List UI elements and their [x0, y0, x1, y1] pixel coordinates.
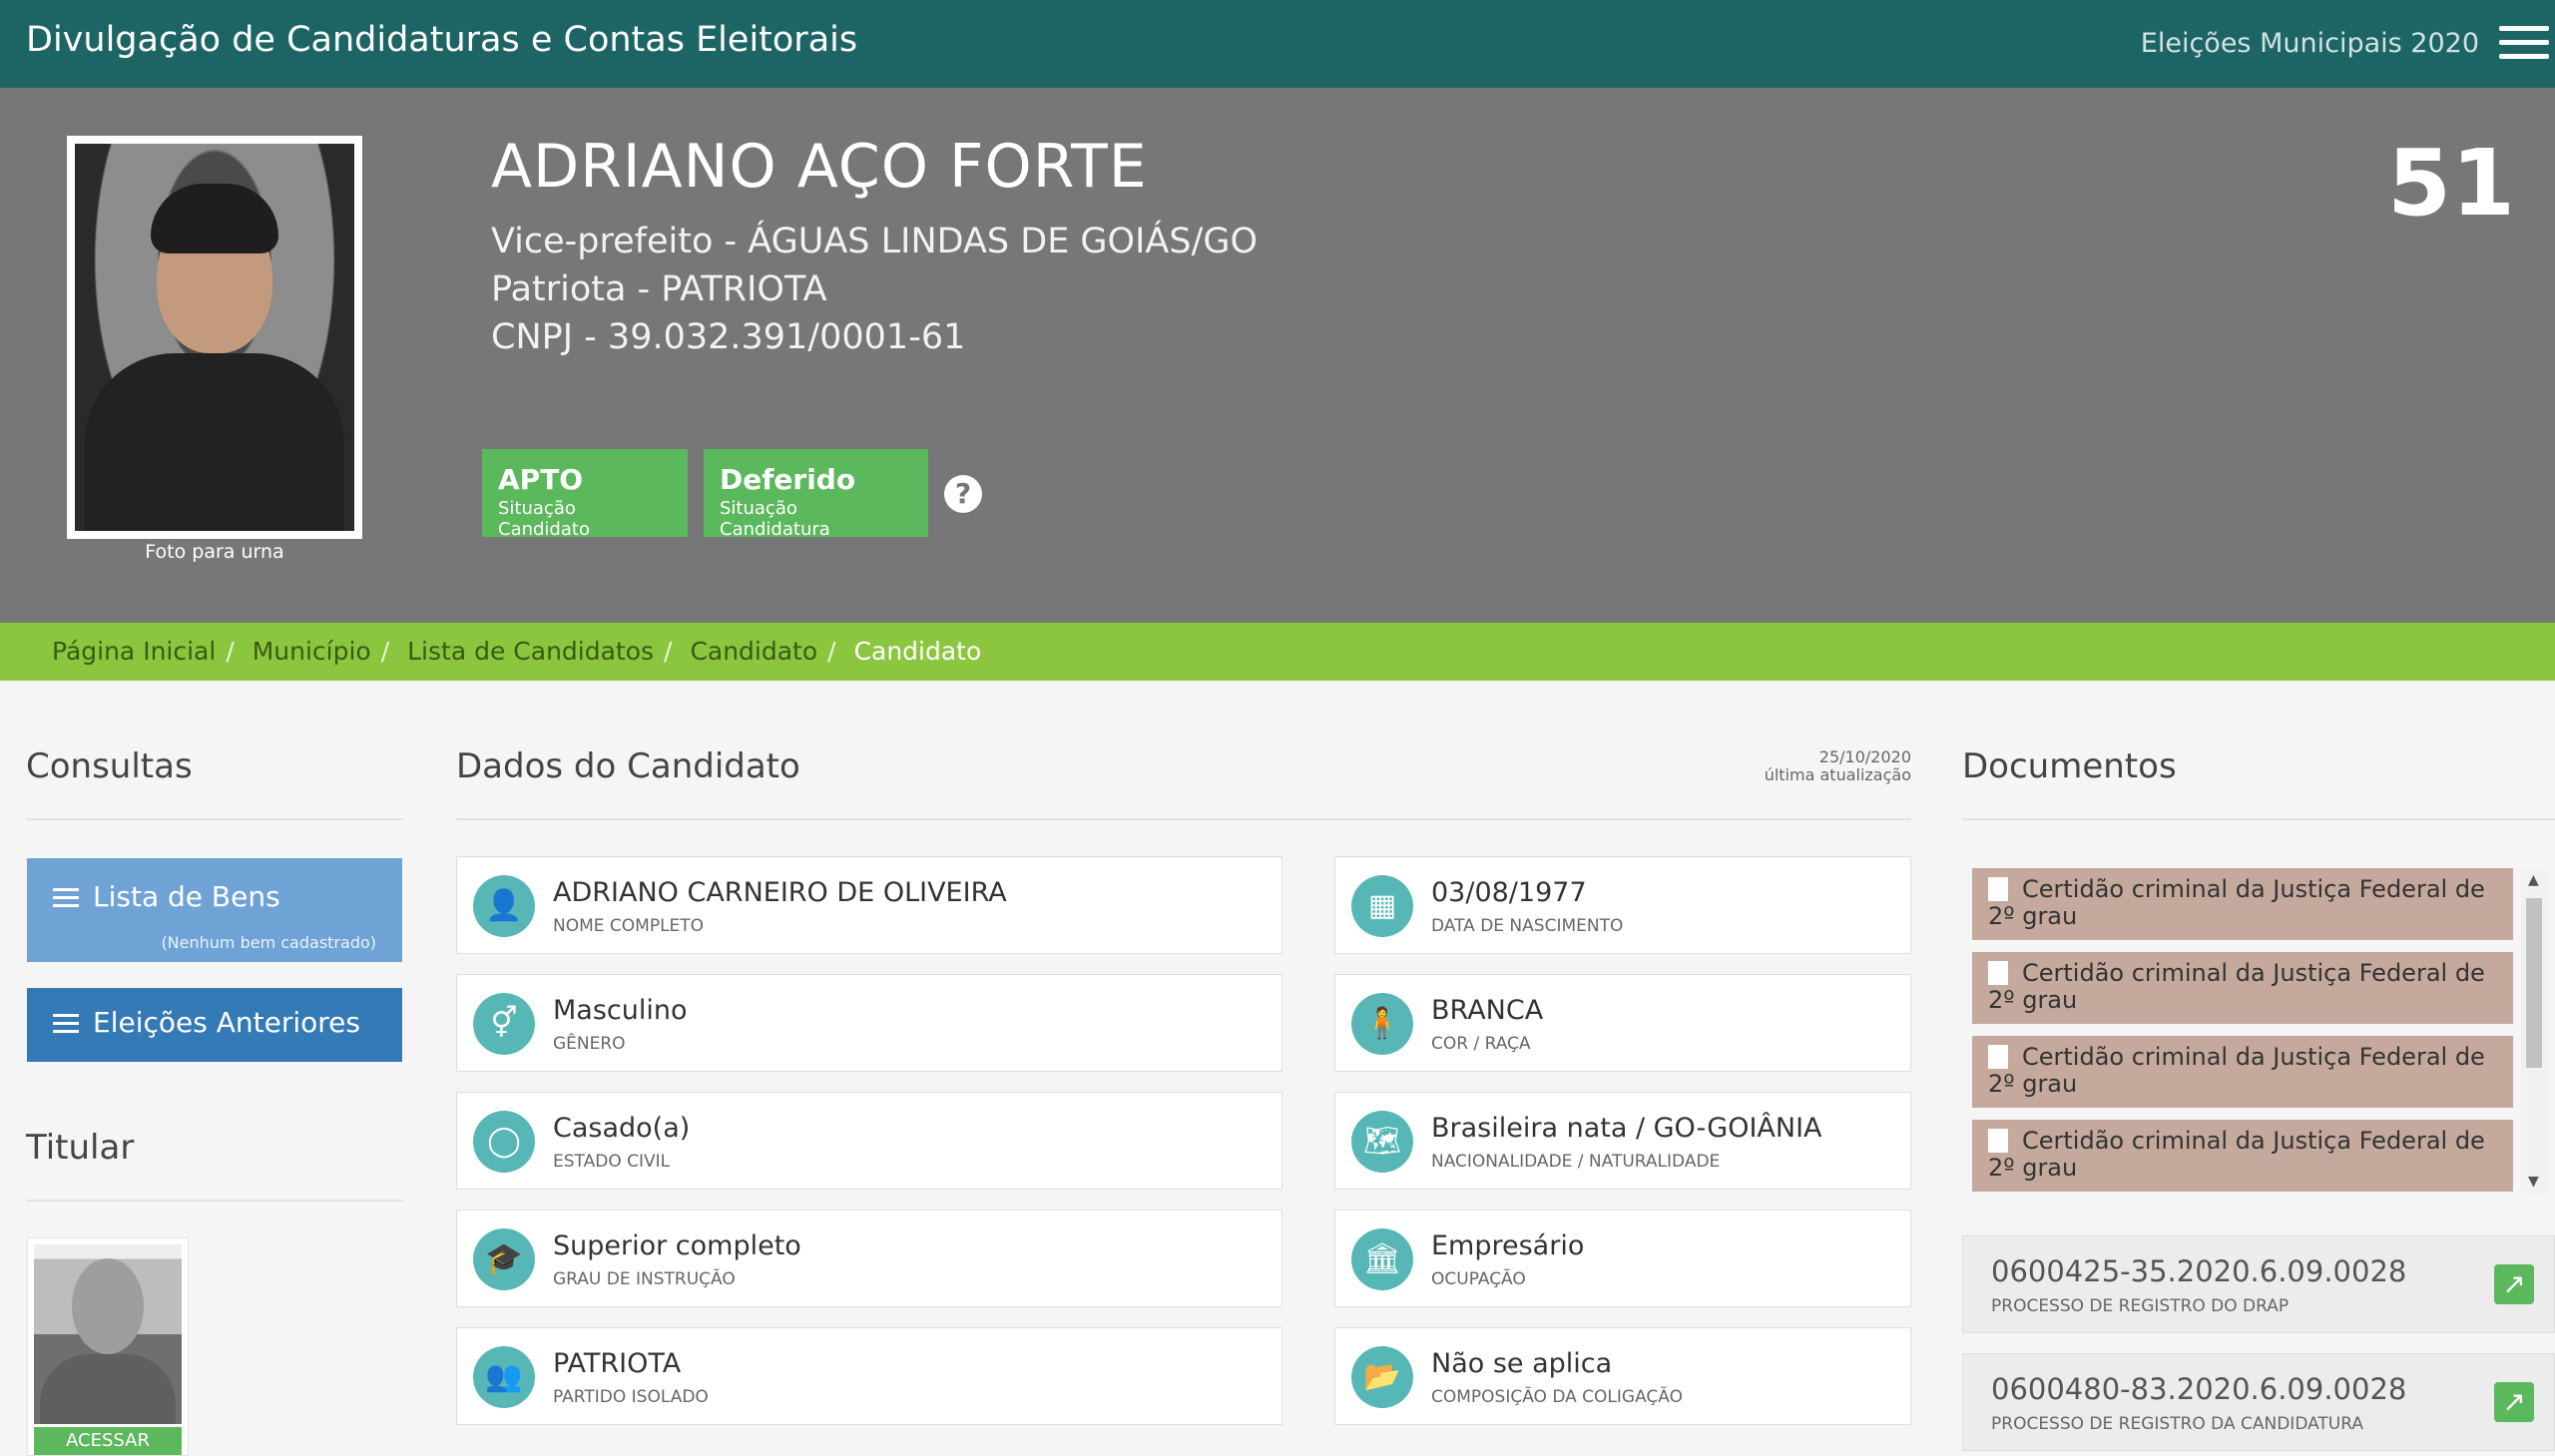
top-bar: Divulgação de Candidaturas e Contas Elei…: [0, 0, 2555, 88]
last-updated: 25/10/2020 última atualização: [1764, 747, 1911, 784]
data-card-cor-raca: 🧍 BRANCA COR / RAÇA: [1334, 974, 1911, 1072]
data-card-nome: 👤 ADRIANO CARNEIRO DE OLIVEIRA NOME COMP…: [456, 856, 1282, 954]
document-item[interactable]: Certidão criminal da Justiça Federal de …: [1972, 868, 2513, 940]
document-item[interactable]: Certidão criminal da Justiça Federal de …: [1972, 1036, 2513, 1108]
processo-drap-card: 0600425-35.2020.6.09.0028 PROCESSO DE RE…: [1962, 1235, 2555, 1333]
data-card-partido: 👥 PATRIOTA PARTIDO ISOLADO: [456, 1327, 1282, 1425]
divider: [1962, 818, 2555, 820]
ring-icon: ◯: [473, 1111, 535, 1173]
list-icon: [53, 1014, 79, 1034]
bank-icon: 🏛: [1351, 1228, 1413, 1290]
photo-caption: Foto para urna: [145, 541, 284, 563]
election-label: Eleições Municipais 2020: [2140, 28, 2479, 59]
breadcrumb-home[interactable]: Página Inicial: [52, 637, 216, 666]
data-card-genero: ⚥ Masculino GÊNERO: [456, 974, 1282, 1072]
external-link-icon[interactable]: ↗: [2494, 1382, 2534, 1422]
graduation-cap-icon: 🎓: [473, 1228, 535, 1290]
folder-open-icon: 📂: [1351, 1346, 1413, 1408]
data-card-estado-civil: ◯ Casado(a) ESTADO CIVIL: [456, 1092, 1282, 1190]
lista-de-bens-button[interactable]: Lista de Bens (Nenhum bem cadastrado): [27, 858, 402, 962]
consultas-title: Consultas: [26, 746, 193, 786]
hamburger-menu-icon[interactable]: [2499, 26, 2549, 62]
titular-acessar-button[interactable]: ACESSAR: [34, 1427, 182, 1455]
document-item[interactable]: Certidão criminal da Justiça Federal de …: [1972, 1120, 2513, 1192]
map-icon: 🗺: [1351, 1111, 1413, 1173]
titular-card[interactable]: ACESSAR: [27, 1237, 189, 1456]
eleicoes-anteriores-button[interactable]: Eleições Anteriores: [27, 988, 402, 1062]
documents-list: Certidão criminal da Justiça Federal de …: [1972, 868, 2521, 1194]
titular-title: Titular: [26, 1128, 135, 1168]
candidate-party: Patriota - PATRIOTA: [491, 269, 827, 309]
group-icon: 👥: [473, 1346, 535, 1408]
user-icon: 👤: [473, 875, 535, 937]
candidate-photo: [67, 136, 362, 539]
data-card-ocupacao: 🏛 Empresário OCUPAÇÃO: [1334, 1210, 1911, 1307]
candidate-cnpj: CNPJ - 39.032.391/0001-61: [491, 317, 966, 357]
file-icon: [1988, 1129, 2008, 1153]
candidate-header: Foto para urna ADRIANO AÇO FORTE Vice-pr…: [0, 88, 2555, 623]
breadcrumb-current: Candidato: [853, 637, 982, 666]
data-card-nascimento: ▦ 03/08/1977 DATA DE NASCIMENTO: [1334, 856, 1911, 954]
scrollbar-thumb[interactable]: [2526, 898, 2542, 1068]
candidate-name: ADRIANO AÇO FORTE: [491, 132, 1148, 202]
titular-photo: [34, 1244, 182, 1424]
help-icon[interactable]: ?: [944, 475, 982, 513]
divider: [26, 818, 403, 820]
divider: [26, 1200, 403, 1202]
list-icon: [53, 888, 79, 908]
file-icon: [1988, 1045, 2008, 1069]
person-icon: 🧍: [1351, 993, 1413, 1055]
file-icon: [1988, 961, 2008, 985]
external-link-icon[interactable]: ↗: [2494, 1264, 2534, 1304]
breadcrumb: Página Inicial / Município / Lista de Cand…: [0, 623, 2555, 681]
gender-icon: ⚥: [473, 993, 535, 1055]
candidate-number: 51: [2386, 130, 2515, 237]
scroll-down-icon[interactable]: ▼: [2528, 1174, 2539, 1190]
document-item[interactable]: Certidão criminal da Justiça Federal de …: [1972, 952, 2513, 1024]
candidate-role: Vice-prefeito - ÁGUAS LINDAS DE GOIÁS/GO: [491, 222, 1259, 261]
dados-title: Dados do Candidato: [456, 746, 800, 786]
calendar-icon: ▦: [1351, 875, 1413, 937]
data-card-instrucao: 🎓 Superior completo GRAU DE INSTRUÇÃO: [456, 1210, 1282, 1307]
status-badge-candidato: APTO Situação Candidato: [482, 449, 688, 540]
processo-candidatura-card: 0600480-83.2020.6.09.0028 PROCESSO DE RE…: [1962, 1353, 2555, 1451]
file-icon: [1988, 877, 2008, 901]
bens-note: (Nenhum bem cadastrado): [161, 933, 376, 952]
documentos-title: Documentos: [1962, 746, 2177, 786]
data-card-nacionalidade: 🗺 Brasileira nata / GO-GOIÂNIA NACIONALI…: [1334, 1092, 1911, 1190]
breadcrumb-candidato[interactable]: Candidato: [690, 637, 817, 666]
divider: [456, 818, 1911, 820]
breadcrumb-municipio[interactable]: Município: [253, 637, 371, 666]
breadcrumb-lista-candidatos[interactable]: Lista de Candidatos: [407, 637, 654, 666]
status-badge-candidatura: Deferido Situação Candidatura: [704, 449, 928, 540]
scroll-up-icon[interactable]: ▲: [2528, 872, 2539, 888]
documents-scrollbar[interactable]: ▲ ▼: [2521, 868, 2547, 1194]
data-card-coligacao: 📂 Não se aplica COMPOSIÇÃO DA COLIGAÇÃO: [1334, 1327, 1911, 1425]
app-title[interactable]: Divulgação de Candidaturas e Contas Elei…: [26, 20, 857, 60]
